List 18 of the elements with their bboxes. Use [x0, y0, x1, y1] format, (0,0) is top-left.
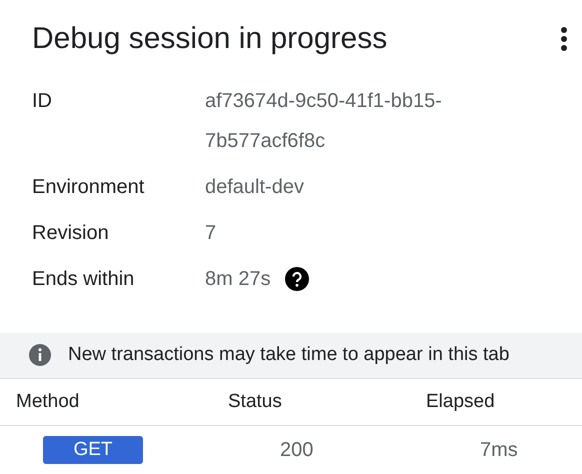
- column-header: Status: [228, 391, 283, 414]
- detail-value: 8m 27s: [205, 266, 271, 292]
- panel-title: Debug session in progress: [32, 22, 388, 56]
- table-cell-text: 200: [280, 438, 314, 462]
- detail-label: ID: [32, 88, 53, 114]
- detail-value: default-dev: [205, 174, 305, 200]
- column-header: Elapsed: [426, 391, 496, 414]
- table-cell-text: 7ms: [480, 438, 519, 462]
- method-badge: GET: [43, 436, 143, 464]
- help-icon[interactable]: [284, 266, 309, 291]
- detail-label: Revision: [32, 220, 110, 246]
- banner-text: New transactions may take time to appear in this tab: [68, 344, 510, 366]
- column-header: Method: [16, 391, 80, 414]
- detail-label: Environment: [32, 174, 146, 200]
- more-options-icon[interactable]: [560, 26, 568, 52]
- detail-value: 7: [205, 220, 218, 246]
- info-icon: [28, 343, 52, 368]
- detail-label: Ends within: [32, 266, 136, 292]
